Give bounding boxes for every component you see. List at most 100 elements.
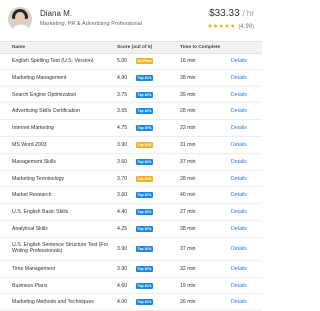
time-to-complete: 38 min <box>180 225 196 232</box>
rank-badge: Top 10% <box>136 299 153 306</box>
test-score: 3.60 <box>117 192 128 199</box>
rating: ★★★★★ (4.99) <box>207 23 254 30</box>
rate-unit: / hr <box>242 9 254 18</box>
avatar[interactable] <box>8 7 32 31</box>
details-link[interactable]: Details <box>231 142 247 148</box>
table-row: MS Word 2003 3.90 Top 20% 31 min Details <box>0 137 262 154</box>
time-to-complete: 26 min <box>180 299 196 306</box>
test-name: U.S. English Basic Skills <box>12 209 69 216</box>
details-link[interactable]: Details <box>231 176 247 182</box>
table-row: Marketing Terminology 3.70 Top 20% 28 min De… <box>0 171 262 188</box>
time-to-complete: 37 min <box>180 245 196 252</box>
test-score: 3.90 <box>117 265 128 272</box>
details-link[interactable]: Details <box>231 226 247 232</box>
test-score: 4.60 <box>117 282 128 289</box>
test-score: 3.90 <box>117 141 128 148</box>
rate-value: $33.33 <box>209 8 240 19</box>
rank-badge: Top 10% <box>136 192 153 199</box>
test-name: Advertising Skills Certification <box>12 108 81 115</box>
time-to-complete: 28 min <box>180 108 196 115</box>
table-row: Marketing Management 4.90 Top 10% 38 min Det… <box>0 70 262 87</box>
test-score: 3.60 <box>117 158 128 165</box>
test-name: Marketing Methods and Techniques <box>12 299 94 306</box>
details-link[interactable]: Details <box>231 192 247 198</box>
time-to-complete: 22 min <box>180 125 196 132</box>
avatar-body-shape <box>11 24 31 31</box>
rank-badge: Top 10% <box>136 74 153 81</box>
hourly-rate: $33.33 / hr <box>209 8 254 19</box>
column-header-name: Name <box>12 45 26 50</box>
test-name: Time Management <box>12 265 56 272</box>
details-link[interactable]: Details <box>231 75 247 81</box>
details-link[interactable]: Details <box>231 159 247 165</box>
rank-badge: Top 10% <box>136 265 153 272</box>
time-to-complete: 19 min <box>180 282 196 289</box>
table-row: Analytical Skills 4.25 Top 10% 38 min Detail… <box>0 221 262 238</box>
time-to-complete: 40 min <box>180 192 196 199</box>
test-results-table: English Spelling Test (U.S. Version) 5.00… <box>0 53 262 311</box>
details-link[interactable]: Details <box>231 283 247 289</box>
time-to-complete: 39 min <box>180 91 196 98</box>
time-to-complete: 27 min <box>180 209 196 216</box>
rank-badge: Top 10% <box>136 158 153 165</box>
time-to-complete: 32 min <box>180 265 196 272</box>
test-score: 3.90 <box>117 245 128 252</box>
test-name: Marketing Terminology <box>12 175 65 182</box>
details-link[interactable]: Details <box>231 246 247 252</box>
details-link[interactable]: Details <box>231 299 247 305</box>
table-row: English Spelling Test (U.S. Version) 5.00… <box>0 53 262 70</box>
rank-badge: Top 10% <box>136 108 153 115</box>
details-link[interactable]: Details <box>231 125 247 131</box>
column-header-time: Time to Complete <box>180 45 221 50</box>
test-name: Search Engine Optimization <box>12 91 77 98</box>
test-name: Analytical Skills <box>12 225 48 232</box>
time-to-complete: 37 min <box>180 158 196 165</box>
rank-badge: Top 20% <box>136 175 153 182</box>
table-row: Internet Marketing 4.75 Top 10% 22 min Detai… <box>0 120 262 137</box>
test-score: 4.90 <box>117 74 128 81</box>
rank-badge: Top 20% <box>136 141 153 148</box>
test-score: 3.75 <box>117 91 128 98</box>
rating-value: (4.99) <box>238 24 254 30</box>
test-name: MS Word 2003 <box>12 141 47 148</box>
column-header-score: Score (out of 5) <box>117 45 153 50</box>
test-score: 4.00 <box>117 299 128 306</box>
details-link[interactable]: Details <box>231 209 247 215</box>
table-row: U.S. English Sentence Structure Test (Fo… <box>0 238 262 261</box>
rank-badge: Top 10% <box>136 245 153 252</box>
test-name: U.S. English Sentence Structure Test (Fo… <box>12 241 109 255</box>
table-row: Marketing Methods and Techniques 4.00 Top … <box>0 294 262 311</box>
test-name: Marketing Management <box>12 74 67 81</box>
test-score: 5.00 <box>117 58 128 64</box>
avatar-face-shape <box>15 12 25 23</box>
test-name: Internet Marketing <box>12 125 54 132</box>
test-score: 4.75 <box>117 125 128 132</box>
details-link[interactable]: Details <box>231 108 247 114</box>
table-row: Search Engine Optimization 3.75 Top 10% 39 … <box>0 87 262 104</box>
time-to-complete: 38 min <box>180 74 196 81</box>
test-score: 3.65 <box>117 108 128 115</box>
rank-badge: Top 10% <box>136 282 153 289</box>
time-to-complete: 16 min <box>180 58 196 64</box>
time-to-complete: 28 min <box>180 175 196 182</box>
test-score: 4.40 <box>117 209 128 216</box>
rank-badge: 1st Place <box>136 58 153 64</box>
star-rating-icon: ★★★★★ <box>207 24 236 30</box>
table-row: Time Management 3.90 Top 10% 32 min Details <box>0 261 262 278</box>
time-to-complete: 31 min <box>180 141 196 148</box>
details-link[interactable]: Details <box>231 92 247 98</box>
rank-badge: Top 10% <box>136 209 153 216</box>
details-link[interactable]: Details <box>231 266 247 272</box>
profile-header: Diana M. Marketing, PR & Advertising Pro… <box>0 0 262 38</box>
test-name: English Spelling Test (U.S. Version) <box>12 58 94 64</box>
test-name: Market Research <box>12 192 52 199</box>
test-score: 4.25 <box>117 225 128 232</box>
table-row: Advertising Skills Certification 3.65 Top … <box>0 103 262 121</box>
rank-badge: Top 10% <box>136 125 153 132</box>
profile-subtitle: Marketing, PR & Advertising Professional <box>40 21 142 27</box>
table-row: Business Plans 4.60 Top 10% 19 min Details <box>0 278 262 295</box>
table-row: Management Skills 3.60 Top 10% 37 min Detail… <box>0 154 262 171</box>
rank-badge: Top 10% <box>136 225 153 232</box>
rank-badge: Top 10% <box>136 91 153 98</box>
details-link[interactable]: Details <box>231 58 247 64</box>
